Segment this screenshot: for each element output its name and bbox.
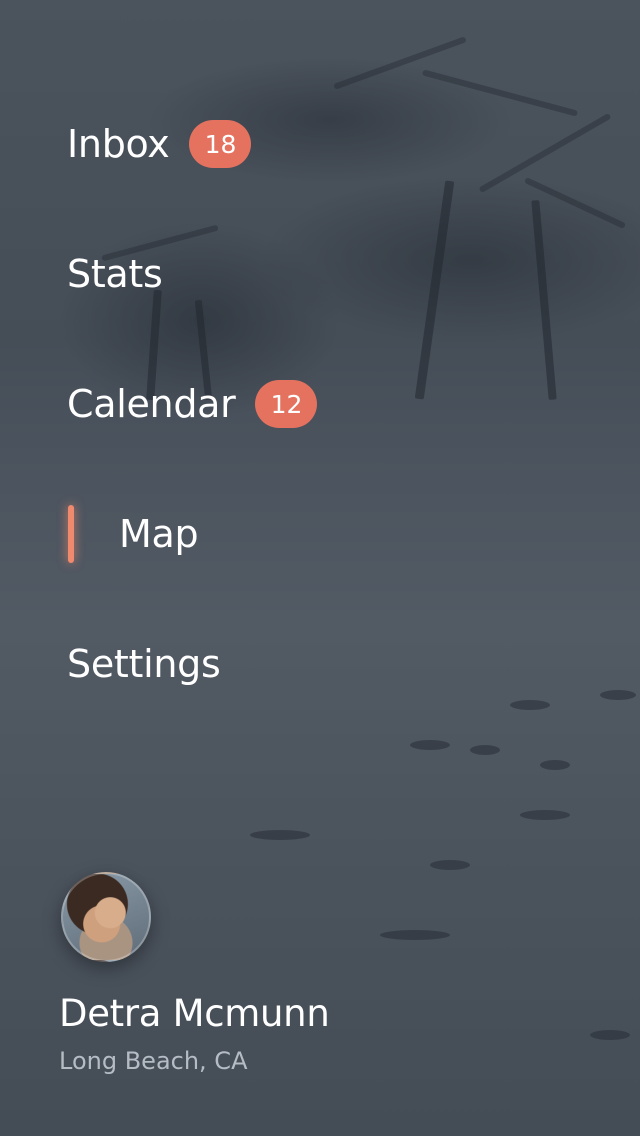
user-profile[interactable]: Detra Mcmunn Long Beach, CA (59, 872, 330, 1075)
user-name: Detra Mcmunn (59, 992, 330, 1035)
active-indicator (68, 505, 74, 563)
menu-item-label: Settings (67, 642, 221, 686)
menu-item-label: Inbox (67, 122, 170, 166)
user-location: Long Beach, CA (59, 1047, 248, 1075)
menu-item-stats[interactable]: Stats (67, 244, 163, 304)
menu-item-inbox[interactable]: Inbox 18 (67, 114, 252, 174)
menu-item-settings[interactable]: Settings (67, 634, 221, 694)
inbox-count-badge: 18 (189, 120, 252, 168)
menu-item-label: Calendar (67, 382, 236, 426)
avatar[interactable] (61, 872, 151, 962)
menu-item-label: Stats (67, 252, 163, 296)
menu-item-calendar[interactable]: Calendar 12 (67, 374, 318, 434)
menu-item-label: Map (119, 512, 199, 556)
calendar-count-badge: 12 (255, 380, 318, 428)
menu-item-map[interactable]: Map (68, 504, 199, 564)
